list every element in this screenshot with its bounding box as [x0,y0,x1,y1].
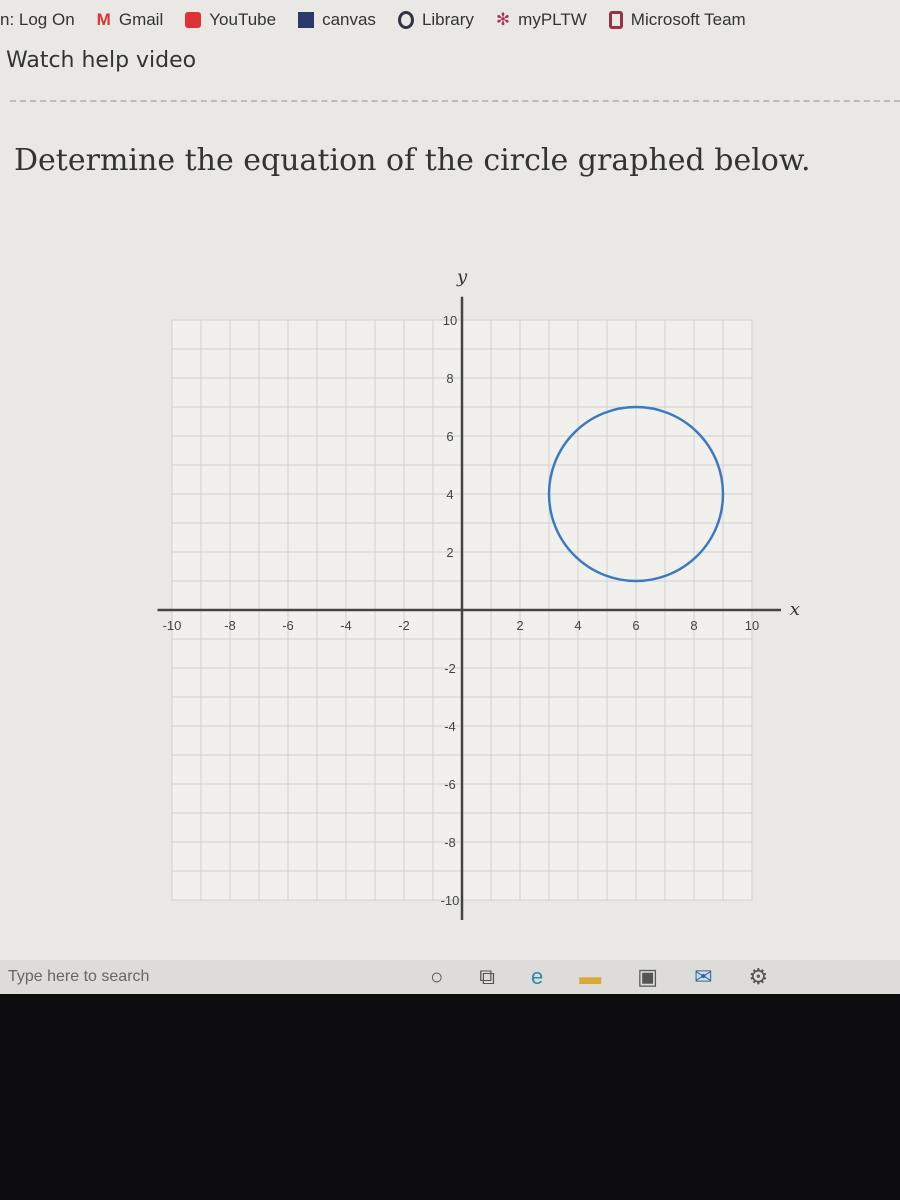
edge-icon[interactable]: e [531,964,543,990]
bookmark-label: Gmail [118,10,164,29]
x-tick-label: -2 [398,618,410,633]
bookmark-label: canvas [322,10,376,29]
gmail-icon: M [96,10,111,29]
y-tick-label: 2 [446,545,453,560]
store-icon[interactable]: ▣ [637,964,658,990]
bookmark-microsoft-teams[interactable]: Microsoft Team [608,10,746,30]
y-tick-label: -6 [444,777,456,792]
x-tick-label: 6 [632,618,639,633]
y-tick-label: -10 [441,893,460,908]
mail-icon[interactable]: ✉ [694,964,712,990]
x-tick-label: -8 [224,618,236,633]
monitor-bezel [0,994,900,1200]
divider [10,100,900,102]
y-tick-label: 6 [446,429,453,444]
bookmark-label: myPLTW [518,10,587,29]
youtube-icon [185,12,202,28]
y-tick-label: 4 [446,487,453,502]
y-tick-label: -4 [444,719,456,734]
cortana-icon[interactable]: ○ [430,964,443,990]
y-tick-label: -2 [444,661,456,676]
watch-help-video-link[interactable]: Watch help video [6,48,196,73]
x-tick-label: 4 [574,618,581,633]
x-tick-label: 2 [516,618,523,633]
settings-icon[interactable]: ⚙ [749,964,769,990]
x-axis-label: x [790,599,800,620]
x-tick-label: 10 [745,618,759,633]
file-explorer-icon[interactable]: ▬ [579,964,601,990]
y-tick-label: 8 [446,371,453,386]
mypltw-icon: ✻ [495,10,511,29]
bookmark-log-on[interactable]: n: Log On [0,10,75,30]
task-view-icon[interactable]: ⧉ [479,964,495,990]
library-icon [397,11,414,29]
bookmark-label: YouTube [209,10,277,29]
bookmark-youtube[interactable]: YouTube [185,10,276,30]
bookmark-mypltw[interactable]: ✻ myPLTW [496,10,587,30]
bookmark-label: Microsoft Team [630,10,746,29]
y-axis-label: y [456,266,468,287]
x-tick-label: -6 [282,618,294,633]
bookmark-gmail[interactable]: M Gmail [97,10,164,30]
x-tick-label: -4 [340,618,352,633]
bookmark-library[interactable]: Library [397,10,474,30]
y-tick-label: -8 [444,835,456,850]
bookmark-label: Library [421,10,474,29]
bookmark-label: n: Log On [0,10,75,29]
office-icon [608,11,623,29]
taskbar: Type here to search ○ ⧉ e ▬ ▣ ✉ ⚙ [0,960,900,994]
taskbar-search-input[interactable]: Type here to search [8,968,149,986]
x-tick-label: 8 [690,618,697,633]
x-tick-label: -10 [163,618,182,633]
canvas-icon [298,12,315,28]
question-text: Determine the equation of the circle gra… [14,143,811,178]
coordinate-graph: -10 -8 -6 -4 -2 2 4 6 8 10 10 8 6 4 2 -2 -4 -6 -8 -10 x y [157,266,800,920]
bookmark-canvas[interactable]: canvas [298,10,376,30]
bookmarks-bar: n: Log On M Gmail YouTube canvas Library … [0,0,900,40]
y-tick-label: 10 [443,313,457,328]
